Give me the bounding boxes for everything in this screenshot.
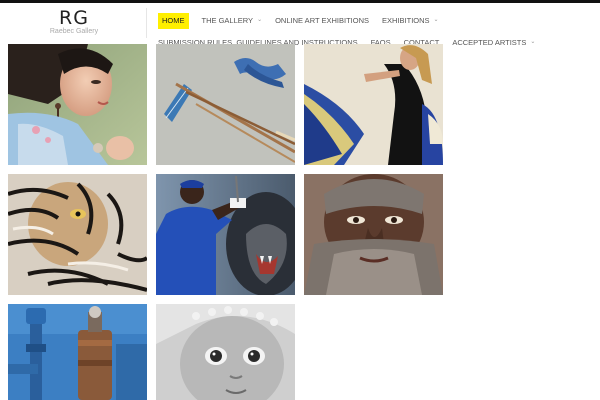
logo-subtitle: Raebec Gallery (49, 28, 99, 35)
nav-row-1: HOME THE GALLERY ⌄ ONLINE ART EXHIBITIONS… (158, 13, 598, 29)
nav-item-exhibitions[interactable]: EXHIBITIONS ⌄ (382, 13, 439, 29)
artwork-tiger (8, 174, 147, 295)
artwork-woman-with-earring (8, 44, 147, 165)
gallery-tile[interactable] (304, 174, 443, 295)
artwork-blue-pipes-still-life (8, 304, 147, 400)
chevron-down-icon: ⌄ (530, 39, 536, 45)
nav-label: HOME (162, 16, 185, 25)
chevron-down-icon: ⌄ (433, 17, 439, 23)
gallery-tile[interactable] (156, 44, 295, 165)
site-logo[interactable]: RG Raebec Gallery (44, 8, 104, 35)
gallery-tile[interactable] (8, 44, 147, 165)
gallery-tile[interactable] (8, 174, 147, 295)
artwork-golfer-and-tiger (156, 174, 295, 295)
logo-mark: RG (59, 7, 89, 29)
nav-label: ACCEPTED ARTISTS (452, 38, 527, 47)
artwork-bearded-man-portrait (304, 174, 443, 295)
gallery-tile[interactable] (156, 304, 295, 400)
nav-item-accepted-artists[interactable]: ACCEPTED ARTISTS ⌄ (452, 35, 535, 51)
chevron-down-icon: ⌄ (257, 17, 263, 23)
header-divider (146, 8, 147, 38)
nav-label: ONLINE ART EXHIBITIONS (275, 16, 370, 25)
top-bar (0, 0, 600, 3)
nav-label: THE GALLERY (201, 16, 254, 25)
gallery-tile[interactable] (8, 304, 147, 400)
nav-item-home[interactable]: HOME (158, 13, 189, 29)
nav-item-online-art-exhibitions[interactable]: ONLINE ART EXHIBITIONS (275, 13, 369, 29)
gallery-tile[interactable] (156, 174, 295, 295)
nav-item-the-gallery[interactable]: THE GALLERY ⌄ (202, 13, 263, 29)
artwork-dancer-with-blue-fabric (304, 44, 443, 165)
nav-label: EXHIBITIONS (382, 16, 430, 25)
artwork-pencils-and-ribbon (156, 44, 295, 165)
gallery-tile[interactable] (304, 44, 443, 165)
artwork-baby-portrait (156, 304, 295, 400)
